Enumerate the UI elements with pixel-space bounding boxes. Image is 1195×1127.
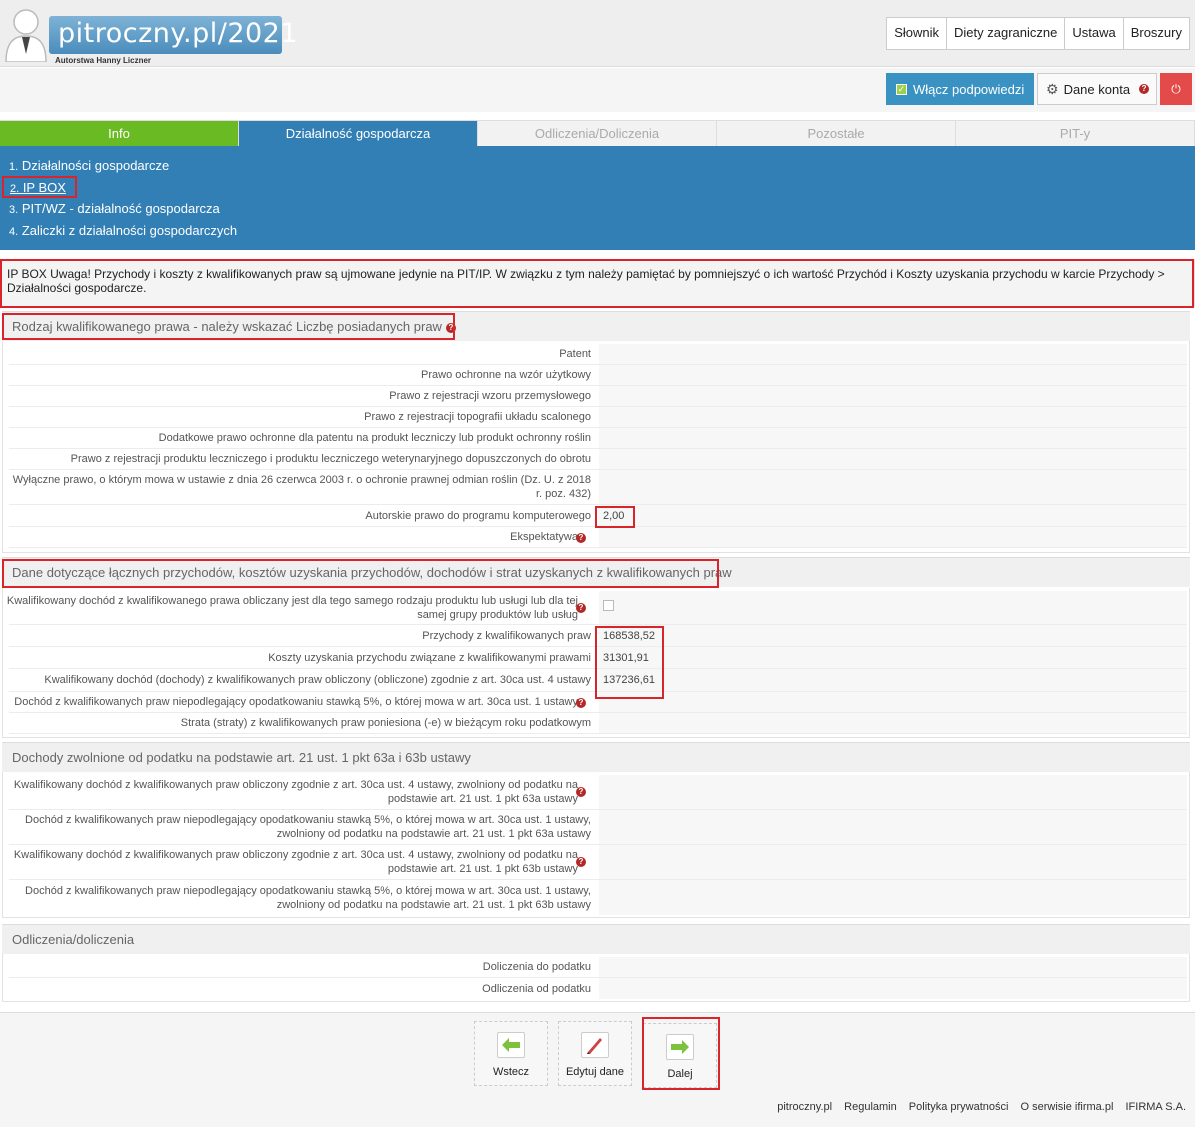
footer-link[interactable]: pitroczny.pl bbox=[777, 1101, 832, 1113]
help-icon[interactable]: ? bbox=[576, 603, 586, 613]
logo-subtitle: Autorstwa Hanny Liczner bbox=[55, 56, 152, 65]
value-field[interactable] bbox=[599, 449, 1187, 469]
value-field[interactable] bbox=[599, 775, 1187, 809]
form-row: Odliczenia od podatku bbox=[9, 978, 1187, 999]
section-header-exempt: Dochody zwolnione od podatku na podstawi… bbox=[2, 742, 1190, 772]
form-row: Strata (straty) z kwalifikowanych praw p… bbox=[9, 713, 1187, 734]
value-field[interactable]: 2,00 bbox=[599, 505, 1187, 526]
help-icon[interactable]: ? bbox=[576, 698, 586, 708]
submenu-item-pitwz[interactable]: 3. PIT/WZ - działalność gospodarcza bbox=[9, 201, 220, 216]
help-icon[interactable]: ? bbox=[576, 787, 586, 797]
form-row: Prawo z rejestracji topografii układu sc… bbox=[9, 407, 1187, 428]
highlight-box bbox=[2, 313, 455, 340]
qualified-income-checkbox[interactable] bbox=[603, 600, 614, 611]
logout-icon: ⏻ bbox=[1171, 82, 1181, 96]
value-field[interactable] bbox=[599, 957, 1187, 977]
value-field[interactable] bbox=[599, 810, 1187, 844]
highlight-box bbox=[2, 176, 77, 198]
value-field[interactable]: 168538,52 bbox=[599, 625, 1187, 646]
pen-icon bbox=[581, 1032, 609, 1058]
form-row: Prawo z rejestracji produktu leczniczego… bbox=[9, 449, 1187, 470]
value-field[interactable] bbox=[599, 365, 1187, 385]
logo-text: pitroczny.pl/2021 bbox=[58, 18, 299, 49]
tab-pozostale[interactable]: Pozostałe bbox=[717, 120, 956, 146]
value-field[interactable] bbox=[599, 470, 1187, 504]
value-field[interactable] bbox=[599, 428, 1187, 448]
main-tabs: Info Działalność gospodarcza Odliczenia/… bbox=[0, 120, 1195, 146]
footer-link[interactable]: O serwisie ifirma.pl bbox=[1021, 1101, 1114, 1113]
form-row: Dochód z kwalifikowanych praw niepodlega… bbox=[9, 880, 1187, 915]
submenu-item-dzialalnosci[interactable]: 1. Działalności gospodarcze bbox=[9, 158, 169, 173]
value-field[interactable] bbox=[599, 344, 1187, 364]
form-row: Kwalifikowany dochód z kwalifikowanych p… bbox=[9, 775, 1187, 810]
form-row: Wyłączne prawo, o którym mowa w ustawie … bbox=[9, 470, 1187, 505]
nav-diety[interactable]: Diety zagraniczne bbox=[947, 18, 1066, 49]
logo[interactable]: pitroczny.pl/2021 Autorstwa Hanny Liczne… bbox=[2, 4, 298, 65]
form-row: Prawo ochronne na wzór użytkowy bbox=[9, 365, 1187, 386]
value-field[interactable] bbox=[599, 713, 1187, 733]
logout-button[interactable]: ⏻ bbox=[1160, 73, 1192, 105]
value-field[interactable]: 137236,61 bbox=[599, 669, 1187, 691]
section-header-deductions: Odliczenia/doliczenia bbox=[2, 924, 1190, 954]
highlight-box bbox=[595, 626, 664, 699]
checkbox-icon: ✓ bbox=[896, 83, 907, 95]
help-icon[interactable]: ? bbox=[576, 533, 586, 543]
account-button[interactable]: ⚙ Dane konta ? bbox=[1037, 73, 1157, 105]
form-row: Patent bbox=[9, 344, 1187, 365]
top-nav: Słownik Diety zagraniczne Ustawa Broszur… bbox=[886, 17, 1190, 50]
submenu: 1. Działalności gospodarcze 2. IP BOX 3.… bbox=[0, 146, 1195, 250]
form-row: Dochód z kwalifikowanych praw niepodlega… bbox=[9, 810, 1187, 845]
hints-label: Włącz podpowiedzi bbox=[913, 81, 1025, 97]
highlight-box bbox=[642, 1017, 720, 1090]
value-field[interactable] bbox=[599, 386, 1187, 406]
footer-links: pitroczny.pl Regulamin Polityka prywatno… bbox=[768, 1101, 1186, 1113]
form-row: Kwalifikowany dochód z kwalifikowanych p… bbox=[9, 845, 1187, 880]
footer-link[interactable]: Polityka prywatności bbox=[909, 1101, 1009, 1113]
tab-dzialalnosc[interactable]: Działalność gospodarcza bbox=[239, 120, 478, 146]
tab-pity[interactable]: PIT-y bbox=[956, 120, 1195, 146]
form-row: Dodatkowe prawo ochronne dla patentu na … bbox=[9, 428, 1187, 449]
value-field[interactable] bbox=[599, 845, 1187, 879]
value-field[interactable] bbox=[599, 880, 1187, 915]
value-field[interactable] bbox=[599, 527, 1187, 547]
highlight-box bbox=[2, 559, 719, 588]
footer-link[interactable]: IFIRMA S.A. bbox=[1125, 1101, 1186, 1113]
highlight-box bbox=[595, 506, 635, 528]
value-field[interactable] bbox=[599, 407, 1187, 427]
gear-icon: ⚙ bbox=[1046, 80, 1059, 97]
nav-slownik[interactable]: Słownik bbox=[887, 18, 948, 49]
app-header: pitroczny.pl/2021 Autorstwa Hanny Liczne… bbox=[0, 0, 1195, 67]
edit-button[interactable]: Edytuj dane bbox=[558, 1021, 632, 1086]
footer-link[interactable]: Regulamin bbox=[844, 1101, 897, 1113]
nav-ustawa[interactable]: Ustawa bbox=[1065, 18, 1124, 49]
help-icon[interactable]: ? bbox=[1139, 84, 1150, 94]
value-field[interactable] bbox=[599, 978, 1187, 999]
avatar-logo-icon bbox=[5, 9, 47, 62]
submenu-item-zaliczki[interactable]: 4. Zaliczki z działalności gospodarczych bbox=[9, 223, 237, 238]
back-button[interactable]: Wstecz bbox=[474, 1021, 548, 1086]
form-row: Doliczenia do podatku bbox=[9, 957, 1187, 978]
account-label: Dane konta bbox=[1063, 81, 1131, 97]
section-body-exempt: Kwalifikowany dochód z kwalifikowanych p… bbox=[2, 772, 1190, 918]
highlight-box bbox=[0, 259, 1194, 308]
value-field[interactable] bbox=[599, 692, 1187, 712]
value-field[interactable]: 31301,91 bbox=[599, 647, 1187, 668]
value-field bbox=[599, 591, 1187, 624]
form-row: Kwalifikowany dochód z kwalifikowanego p… bbox=[7, 591, 1187, 625]
tab-info[interactable]: Info bbox=[0, 120, 239, 146]
form-row: Ekspektatywa? bbox=[9, 527, 1187, 548]
help-icon[interactable]: ? bbox=[576, 857, 586, 867]
tab-odliczenia[interactable]: Odliczenia/Doliczenia bbox=[478, 120, 717, 146]
hints-toggle-button[interactable]: ✓ Włącz podpowiedzi bbox=[886, 73, 1034, 105]
nav-broszury[interactable]: Broszury bbox=[1124, 18, 1189, 49]
section-body-deductions: Doliczenia do podatku Odliczenia od poda… bbox=[2, 954, 1190, 1002]
arrow-left-icon bbox=[497, 1032, 525, 1058]
form-row: Prawo z rejestracji wzoru przemysłowego bbox=[9, 386, 1187, 407]
